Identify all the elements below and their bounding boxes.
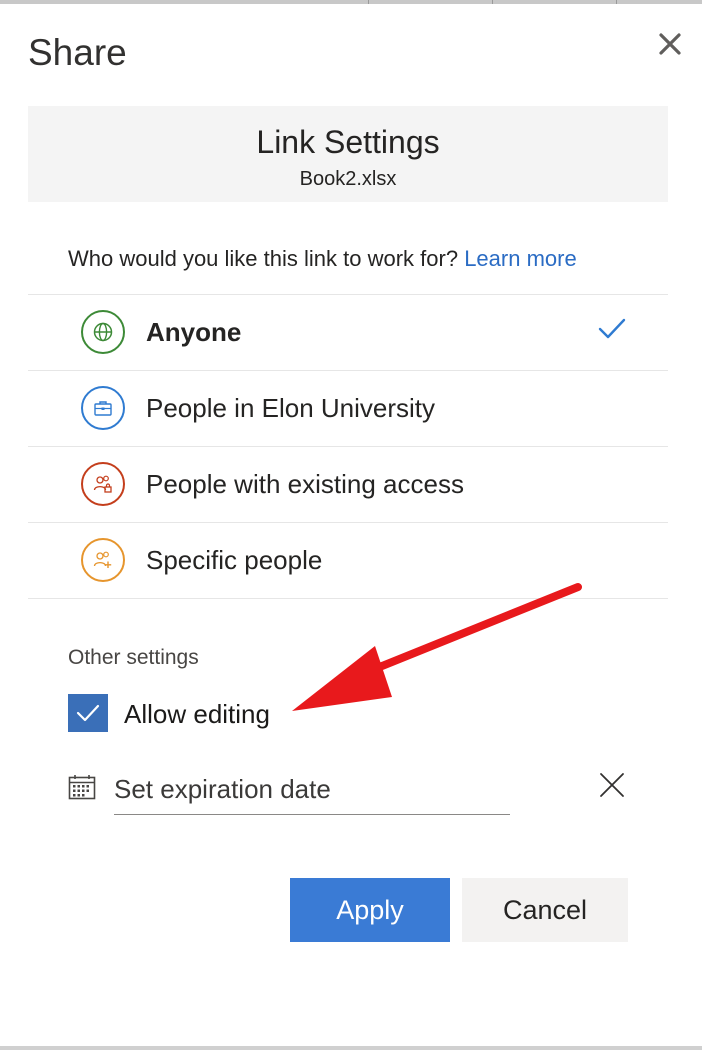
- calendar-icon: [68, 775, 96, 800]
- window-bottom-border: [0, 1046, 702, 1050]
- cancel-button[interactable]: Cancel: [462, 878, 628, 942]
- expiration-date-placeholder: Set expiration date: [114, 774, 331, 804]
- people-add-icon: [81, 538, 125, 582]
- people-lock-icon: [81, 462, 125, 506]
- close-icon: [659, 33, 681, 55]
- briefcase-icon: [81, 386, 125, 430]
- option-existing-access[interactable]: People with existing access: [28, 446, 668, 522]
- allow-editing-label[interactable]: Allow editing: [124, 699, 270, 730]
- file-name: Book2.xlsx: [299, 168, 397, 190]
- close-icon: [600, 773, 624, 797]
- link-settings-header: Link Settings Book2.xlsx: [28, 106, 668, 202]
- audience-options: Anyone People in Elon University People …: [28, 294, 668, 599]
- checkmark-icon: [76, 704, 100, 722]
- option-anyone-label: Anyone: [146, 317, 242, 347]
- option-specific-people-label: Specific people: [146, 545, 323, 575]
- learn-more-link[interactable]: Learn more: [464, 246, 577, 271]
- option-existing-access-label: People with existing access: [146, 469, 464, 499]
- option-anyone[interactable]: Anyone: [28, 294, 668, 370]
- audience-question-text: Who would you like this link to work for…: [68, 246, 459, 271]
- apply-button[interactable]: Apply: [290, 878, 450, 942]
- other-settings-heading: Other settings: [68, 646, 199, 669]
- globe-icon: [81, 310, 125, 354]
- expiration-date-field[interactable]: Set expiration date: [114, 770, 510, 815]
- clear-expiration-button[interactable]: [598, 771, 626, 799]
- option-organization[interactable]: People in Elon University: [28, 370, 668, 446]
- close-button[interactable]: [656, 30, 684, 58]
- option-specific-people[interactable]: Specific people: [28, 522, 668, 599]
- header-title: Link Settings: [256, 124, 440, 160]
- audience-question: Who would you like this link to work for…: [68, 246, 577, 272]
- selected-check-icon: [598, 318, 626, 339]
- option-organization-label: People in Elon University: [146, 393, 436, 423]
- allow-editing-checkbox[interactable]: [68, 694, 108, 732]
- dialog-title: Share: [28, 32, 127, 73]
- window-top-border: [0, 0, 702, 4]
